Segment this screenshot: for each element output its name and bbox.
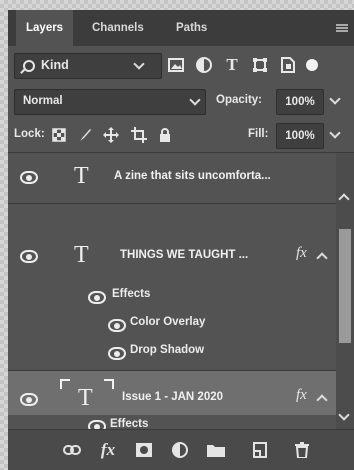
scroll-down-icon[interactable] bbox=[338, 409, 350, 421]
layer-name[interactable]: THINGS WE TAUGHT ... bbox=[120, 249, 248, 261]
text-layer-icon: T bbox=[74, 242, 89, 268]
lock-position-icon[interactable] bbox=[100, 123, 122, 147]
layer-row[interactable]: T THINGS WE TAUGHT ... fx Effects Color … bbox=[8, 204, 336, 371]
filter-kind-dropdown[interactable]: Kind bbox=[14, 53, 162, 79]
panel-menu-icon[interactable] bbox=[336, 24, 348, 32]
collapse-effects-icon[interactable] bbox=[316, 252, 328, 264]
effects-visibility-icon[interactable] bbox=[88, 291, 106, 304]
fx-icon[interactable]: fx bbox=[296, 245, 307, 262]
fill-input[interactable]: 100% bbox=[276, 123, 324, 149]
fx-icon[interactable]: fx bbox=[296, 387, 307, 404]
chevron-down-icon bbox=[189, 94, 201, 106]
fill-dropdown[interactable] bbox=[326, 123, 344, 147]
panel-tabs: Layers Channels Paths bbox=[8, 10, 354, 46]
effects-label: Effects bbox=[112, 288, 151, 300]
lock-row: Lock: Fill: 100% bbox=[8, 118, 354, 153]
layers-panel: Layers Channels Paths Kind T Normal Opac… bbox=[8, 10, 354, 470]
new-layer-icon[interactable] bbox=[248, 438, 272, 462]
effect-visibility-icon[interactable] bbox=[108, 319, 126, 332]
opacity-dropdown[interactable] bbox=[326, 89, 344, 113]
scroll-up-icon[interactable] bbox=[338, 193, 350, 205]
collapse-effects-icon[interactable] bbox=[316, 394, 328, 406]
new-group-icon[interactable] bbox=[204, 438, 228, 462]
effects-visibility-icon[interactable] bbox=[88, 420, 106, 429]
add-mask-icon[interactable] bbox=[132, 438, 156, 462]
fx-icon[interactable]: fx bbox=[96, 438, 120, 462]
eye-icon[interactable] bbox=[20, 250, 38, 263]
filter-toggle-icon[interactable] bbox=[306, 53, 320, 77]
link-layers-icon[interactable] bbox=[60, 438, 84, 462]
effect-visibility-icon[interactable] bbox=[108, 347, 126, 360]
tab-paths[interactable]: Paths bbox=[166, 10, 217, 46]
layer-name[interactable]: Issue 1 - JAN 2020 bbox=[122, 391, 223, 403]
adjustment-layer-icon[interactable] bbox=[168, 438, 192, 462]
effects-row: Effects bbox=[8, 415, 336, 429]
lock-all-icon[interactable] bbox=[154, 123, 176, 147]
eye-icon[interactable] bbox=[20, 393, 38, 406]
effect-drop-shadow[interactable]: Drop Shadow bbox=[130, 344, 204, 356]
opacity-input[interactable]: 100% bbox=[276, 89, 324, 115]
image-filter-icon[interactable] bbox=[164, 53, 188, 77]
opacity-label: Opacity: bbox=[216, 94, 263, 106]
delete-icon[interactable] bbox=[290, 438, 314, 462]
layers-toolbar: fx bbox=[8, 429, 354, 470]
lock-transparent-pixels-icon[interactable] bbox=[48, 123, 70, 147]
chevron-down-icon bbox=[329, 93, 341, 105]
layer-row[interactable]: T A zine that sits uncomforta... bbox=[8, 153, 336, 204]
text-layer-icon: T bbox=[74, 163, 89, 189]
lock-artboard-icon[interactable] bbox=[128, 123, 150, 147]
tab-channels[interactable]: Channels bbox=[82, 10, 154, 46]
chevron-down-icon bbox=[133, 58, 145, 70]
eye-icon[interactable] bbox=[20, 171, 38, 184]
layer-name[interactable]: A zine that sits uncomforta... bbox=[114, 170, 271, 182]
blend-mode-value: Normal bbox=[23, 95, 63, 107]
scrollbar-thumb[interactable] bbox=[339, 229, 351, 343]
layers-scrollbar[interactable] bbox=[336, 153, 354, 429]
layers-list: T A zine that sits uncomforta... T THING… bbox=[8, 153, 354, 429]
tab-layers[interactable]: Layers bbox=[16, 10, 74, 46]
smart-object-filter-icon[interactable] bbox=[276, 53, 300, 77]
text-layer-icon: T bbox=[78, 385, 93, 411]
filter-row: Kind T bbox=[8, 46, 354, 84]
fill-label: Fill: bbox=[248, 128, 269, 140]
lock-image-pixels-icon[interactable] bbox=[74, 123, 96, 147]
adjustment-filter-icon[interactable] bbox=[192, 53, 216, 77]
blend-mode-dropdown[interactable]: Normal bbox=[14, 89, 206, 115]
effect-color-overlay[interactable]: Color Overlay bbox=[130, 316, 205, 328]
type-filter-icon[interactable]: T bbox=[220, 53, 244, 77]
chevron-down-icon bbox=[329, 127, 341, 139]
effects-label: Effects bbox=[110, 418, 149, 429]
blend-row: Normal Opacity: 100% bbox=[8, 84, 354, 118]
search-icon bbox=[23, 60, 35, 72]
filter-kind-label: Kind bbox=[41, 58, 69, 72]
shape-filter-icon[interactable] bbox=[248, 53, 272, 77]
lock-label: Lock: bbox=[14, 128, 45, 140]
